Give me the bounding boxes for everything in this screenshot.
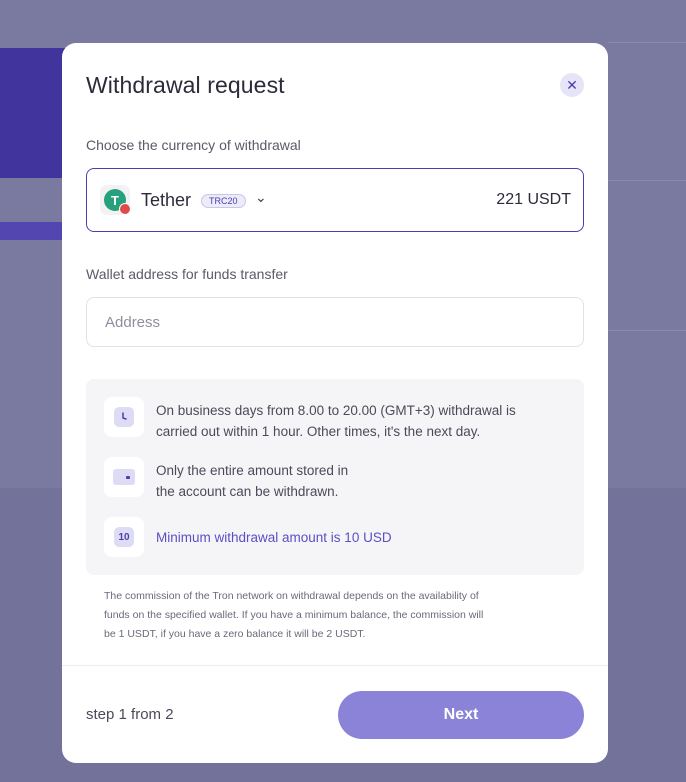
modal-title: Withdrawal request [86,72,285,98]
clock-icon-container [104,397,144,437]
wallet-icon-container [104,457,144,497]
wallet-icon [113,469,135,485]
footer-divider [62,665,608,666]
min-amount-icon: 10 [114,527,134,547]
background-sidebar-panel [0,48,70,178]
info-text: On business days from 8.00 to 20.00 (GMT… [156,403,516,439]
withdrawal-modal: Withdrawal request ✕ Choose the currency… [62,43,608,763]
tether-icon: T [104,189,131,215]
commission-note: The commission of the Tron network on wi… [104,590,484,640]
background-active-strip [0,222,70,240]
background-divider [608,42,686,43]
currency-label: Choose the currency of withdrawal [86,137,301,153]
close-button[interactable]: ✕ [560,73,584,97]
currency-select[interactable]: T Tether TRC20 ⌄ 221 USDT [86,168,584,232]
currency-name: Tether [141,190,192,210]
network-badge: TRC20 [201,194,246,208]
close-icon: ✕ [566,76,578,93]
info-box: On business days from 8.00 to 20.00 (GMT… [86,379,584,575]
address-label: Wallet address for funds transfer [86,266,288,282]
address-input[interactable] [86,297,584,347]
next-button[interactable]: Next [338,691,584,739]
step-indicator: step 1 from 2 [86,706,174,723]
background-divider [608,330,686,331]
info-text: Only the entire amount stored in the acc… [156,463,349,499]
chevron-down-icon[interactable]: ⌄ [255,189,267,206]
min-amount-icon-container: 10 [104,517,144,557]
coin-icon-container: T [100,185,131,215]
info-text-minimum: Minimum withdrawal amount is 10 USD [156,530,392,545]
currency-balance: 221 USDT [496,191,571,208]
clock-icon [114,407,134,427]
tron-network-icon [119,203,131,215]
background-divider [608,180,686,181]
